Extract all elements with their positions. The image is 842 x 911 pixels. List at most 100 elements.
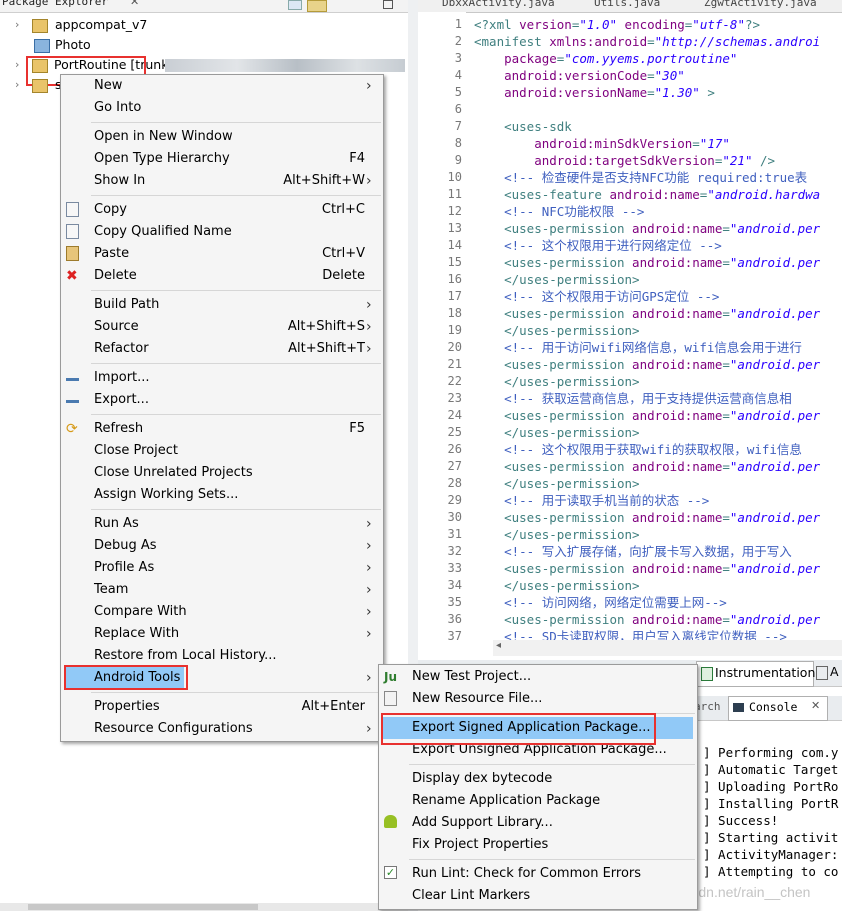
code-line[interactable]: <manifest xmlns:android="http://schemas.… (474, 33, 820, 50)
code-line[interactable]: <!-- NFC功能权限 --> (474, 203, 644, 220)
menu-item-display-dex-bytecode[interactable]: Display dex bytecode (379, 768, 697, 790)
menu-item-debug-as[interactable]: Debug As › (61, 535, 383, 557)
code-line[interactable]: android:minSdkVersion="17" (474, 135, 730, 152)
code-line[interactable]: </uses-permission> (474, 373, 639, 390)
code-line[interactable]: <!-- 这个权限用于进行网络定位 --> (474, 237, 722, 254)
scroll-left-icon[interactable]: ◂ (496, 640, 501, 651)
code-line[interactable]: android:versionName="1.30" > (474, 84, 715, 101)
code-line[interactable]: android:versionCode="30" (474, 67, 685, 84)
close-icon[interactable]: ✕ (811, 699, 820, 712)
menu-item-clear-lint-markers[interactable]: Clear Lint Markers (379, 885, 697, 907)
code-line[interactable]: android:targetSdkVersion="21" /> (474, 152, 775, 169)
menu-item-close-project[interactable]: Close Project (61, 440, 383, 462)
collapse-all-icon[interactable] (288, 0, 302, 10)
code-line[interactable]: <!-- 这个权限用于获取wifi的获取权限，wifi信息 (474, 441, 802, 458)
menu-item-label: Rename Application Package (412, 793, 601, 808)
code-line[interactable]: </uses-permission> (474, 577, 639, 594)
code-line[interactable]: <uses-permission android:name="android.p… (474, 254, 820, 271)
menu-item-new-test-project[interactable]: Ju New Test Project... (379, 666, 697, 688)
line-number: 14 (447, 238, 462, 252)
menu-item-team[interactable]: Team › (61, 579, 383, 601)
code-line[interactable]: <uses-permission android:name="android.p… (474, 458, 820, 475)
code-line[interactable]: <!-- 用于访问wifi网络信息，wifi信息会用于进行 (474, 339, 802, 356)
code-line[interactable]: </uses-permission> (474, 424, 639, 441)
menu-item-import[interactable]: Import... (61, 367, 383, 389)
code-line[interactable]: <uses-permission android:name="android.p… (474, 611, 820, 628)
code-token: <!-- 访问网络，网络定位需要上网--> (474, 595, 727, 610)
code-line[interactable]: <uses-permission android:name="android.p… (474, 356, 820, 373)
code-line[interactable]: package="com.yyems.portroutine" (474, 50, 737, 67)
editor-tab[interactable]: Utils.java (594, 0, 660, 9)
code-line[interactable]: <uses-permission android:name="android.p… (474, 407, 820, 424)
package-explorer-tab[interactable]: Package Explorer ✕ (0, 0, 408, 13)
code-line[interactable]: </uses-permission> (474, 322, 639, 339)
menu-item-new[interactable]: New › (61, 75, 383, 97)
menu-item-copy[interactable]: Copy Ctrl+C (61, 199, 383, 221)
expand-icon[interactable]: › (15, 15, 25, 35)
menu-item-copy-qualified-name[interactable]: Copy Qualified Name (61, 221, 383, 243)
tab-instrumentation[interactable]: Instrumentation (696, 661, 815, 687)
code-line[interactable]: <uses-permission android:name="android.p… (474, 305, 820, 322)
menu-item-open-in-new-window[interactable]: Open in New Window (61, 126, 383, 148)
menu-separator (91, 195, 381, 196)
code-line[interactable]: <uses-sdk (474, 118, 572, 135)
scrollbar-thumb[interactable] (28, 904, 258, 910)
code-token: <uses-permission (474, 306, 633, 321)
code-line[interactable]: </uses-permission> (474, 271, 639, 288)
code-line[interactable]: <!-- 这个权限用于访问GPS定位 --> (474, 288, 719, 305)
editor-hscrollbar[interactable]: ◂ (493, 640, 842, 656)
code-line[interactable]: </uses-permission> (474, 475, 639, 492)
link-editor-icon[interactable] (307, 0, 327, 12)
code-line[interactable]: </uses-permission> (474, 526, 639, 543)
menu-item-close-unrelated-projects[interactable]: Close Unrelated Projects (61, 462, 383, 484)
menu-item-show-in[interactable]: Show In Alt+Shift+W › (61, 170, 383, 192)
code-line[interactable]: <uses-permission android:name="android.p… (474, 560, 820, 577)
menu-item-open-type-hierarchy[interactable]: Open Type Hierarchy F4 (61, 148, 383, 170)
line-number: 3 (454, 51, 462, 65)
menu-item-run-lint-check-for-common-errors[interactable]: ✓ Run Lint: Check for Common Errors (379, 863, 697, 885)
code-line[interactable]: <!-- 访问网络，网络定位需要上网--> (474, 594, 727, 611)
tab-a[interactable]: A (816, 661, 842, 685)
horizontal-scrollbar[interactable] (0, 903, 408, 911)
close-icon[interactable]: ✕ (130, 0, 139, 8)
menu-item-label: Clear Lint Markers (412, 888, 531, 903)
code-line[interactable]: <!-- 检查硬件是否支持NFC功能 required:true表 (474, 169, 807, 186)
code-line[interactable]: <!-- 用于读取手机当前的状态 --> (474, 492, 709, 509)
code-line[interactable]: <!-- 获取运营商信息，用于支持提供运营商信息相 (474, 390, 792, 407)
menu-item-replace-with[interactable]: Replace With › (61, 623, 383, 645)
menu-item-restore-from-local-history[interactable]: Restore from Local History... (61, 645, 383, 667)
menu-item-rename-application-package[interactable]: Rename Application Package (379, 790, 697, 812)
menu-item-profile-as[interactable]: Profile As › (61, 557, 383, 579)
menu-item-go-into[interactable]: Go Into (61, 97, 383, 119)
code-line[interactable]: <uses-permission android:name="android.p… (474, 220, 820, 237)
menu-item-refactor[interactable]: Refactor Alt+Shift+T › (61, 338, 383, 360)
expand-icon[interactable]: › (15, 55, 25, 75)
editor-tab[interactable]: DbxxActivity.java (442, 0, 555, 9)
code-token: package (504, 51, 557, 66)
menu-item-assign-working-sets[interactable]: Assign Working Sets... (61, 484, 383, 506)
menu-item-source[interactable]: Source Alt+Shift+S › (61, 316, 383, 338)
menu-item-delete[interactable]: ✖ Delete Delete (61, 265, 383, 287)
menu-item-new-resource-file[interactable]: New Resource File... (379, 688, 697, 710)
menu-item-label: Add Support Library... (412, 815, 553, 830)
menu-item-paste[interactable]: Paste Ctrl+V (61, 243, 383, 265)
expand-icon[interactable]: › (15, 75, 25, 95)
minimize-icon[interactable] (383, 0, 393, 9)
code-line[interactable]: <!-- 写入扩展存储，向扩展卡写入数据，用于写入 (474, 543, 792, 560)
menu-item-compare-with[interactable]: Compare With › (61, 601, 383, 623)
menu-item-resource-configurations[interactable]: Resource Configurations › (61, 718, 383, 740)
menu-item-add-support-library[interactable]: Add Support Library... (379, 812, 697, 834)
editor-tab[interactable]: ZgwtActivity.java (704, 0, 817, 9)
menu-item-properties[interactable]: Properties Alt+Enter (61, 696, 383, 718)
code-line[interactable]: <uses-permission android:name="android.p… (474, 509, 820, 526)
menu-item-refresh[interactable]: ⟳ Refresh F5 (61, 418, 383, 440)
code-line[interactable]: <uses-feature android:name="android.hard… (474, 186, 820, 203)
menu-item-build-path[interactable]: Build Path › (61, 294, 383, 316)
code-line[interactable]: <?xml version="1.0" encoding="utf-8"?> (474, 16, 760, 33)
line-number: 36 (447, 612, 462, 626)
menu-item-fix-project-properties[interactable]: Fix Project Properties (379, 834, 697, 856)
tab-console[interactable]: Console ✕ (728, 696, 828, 721)
menu-item-run-as[interactable]: Run As › (61, 513, 383, 535)
menu-item-export[interactable]: Export... (61, 389, 383, 411)
